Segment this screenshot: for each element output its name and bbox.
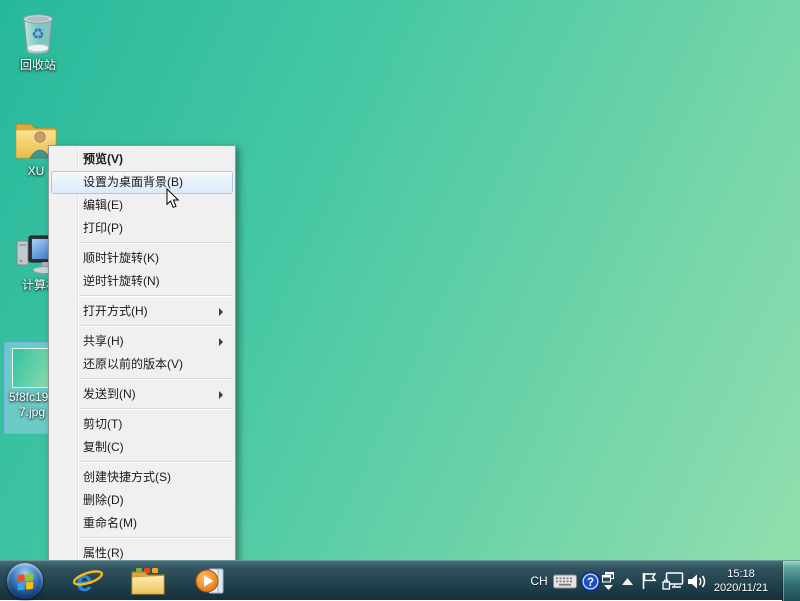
menu-item-print[interactable]: 打印(P) (51, 217, 233, 240)
menu-item-rename[interactable]: 重命名(M) (51, 512, 233, 535)
tray-language-indicator[interactable]: CH (527, 561, 551, 601)
menu-item-set-as-desktop-background[interactable]: 设置为桌面背景(B) (51, 171, 233, 194)
start-button[interactable] (7, 563, 43, 599)
submenu-arrow-icon (219, 308, 223, 316)
ime-toolbar-icon[interactable] (600, 561, 616, 601)
tray-clock[interactable]: 15:18 2020/11/21 (704, 561, 778, 601)
menu-item-rotate-clockwise[interactable]: 顺时针旋转(K) (51, 247, 233, 270)
menu-item-delete[interactable]: 删除(D) (51, 489, 233, 512)
svg-text:e: e (76, 565, 93, 597)
menu-separator (79, 295, 232, 297)
show-desktop-button[interactable] (782, 561, 800, 601)
submenu-arrow-icon (219, 391, 223, 399)
menu-item-create-shortcut[interactable]: 创建快捷方式(S) (51, 466, 233, 489)
menu-item-restore-previous-versions[interactable]: 还原以前的版本(V) (51, 353, 233, 376)
clock-time: 15:18 (704, 567, 778, 581)
menu-separator (79, 242, 232, 244)
menu-item-preview[interactable]: 预览(V) (51, 148, 233, 171)
taskbar: e (0, 560, 800, 600)
up-arrow-icon (622, 578, 633, 585)
menu-separator (79, 408, 232, 410)
menu-item-send-to[interactable]: 发送到(N) (51, 383, 233, 406)
desktop-icon-recycle-bin[interactable]: ♻ 回收站 (6, 8, 70, 73)
submenu-arrow-icon (219, 338, 223, 346)
menu-separator (79, 378, 232, 380)
media-player-icon (194, 565, 226, 597)
windows-explorer-icon (130, 565, 166, 597)
action-center-flag-icon[interactable] (638, 561, 660, 601)
mouse-cursor (166, 188, 180, 214)
menu-separator (79, 325, 232, 327)
menu-item-open-with[interactable]: 打开方式(H) (51, 300, 233, 323)
taskbar-button-windows-explorer[interactable] (126, 561, 170, 601)
menu-separator (79, 461, 232, 463)
windows-flag-icon (16, 572, 35, 591)
icon-label: 回收站 (6, 58, 70, 73)
svg-text:?: ? (586, 576, 593, 588)
menu-separator (79, 537, 232, 539)
menu-item-edit[interactable]: 编辑(E) (51, 194, 233, 217)
keyboard-icon[interactable] (552, 561, 578, 601)
network-icon[interactable] (660, 561, 686, 601)
menu-item-cut[interactable]: 剪切(T) (51, 413, 233, 436)
ime-help-icon[interactable]: ? (578, 561, 602, 601)
menu-item-share[interactable]: 共享(H) (51, 330, 233, 353)
desktop[interactable]: ♻ 回收站 XU (0, 0, 800, 600)
svg-text:♻: ♻ (31, 25, 44, 43)
internet-explorer-icon: e (72, 565, 104, 597)
clock-date: 2020/11/21 (704, 581, 778, 595)
show-hidden-icons-button[interactable] (616, 561, 638, 601)
context-menu: 预览(V) 设置为桌面背景(B) 编辑(E) 打印(P) 顺时针旋转(K) 逆时… (48, 145, 236, 568)
menu-item-copy[interactable]: 复制(C) (51, 436, 233, 459)
recycle-bin-icon: ♻ (18, 8, 58, 56)
menu-item-rotate-counterclockwise[interactable]: 逆时针旋转(N) (51, 270, 233, 293)
taskbar-button-media-player[interactable] (188, 561, 232, 601)
image-thumbnail (12, 348, 52, 388)
taskbar-button-internet-explorer[interactable]: e (66, 561, 110, 601)
